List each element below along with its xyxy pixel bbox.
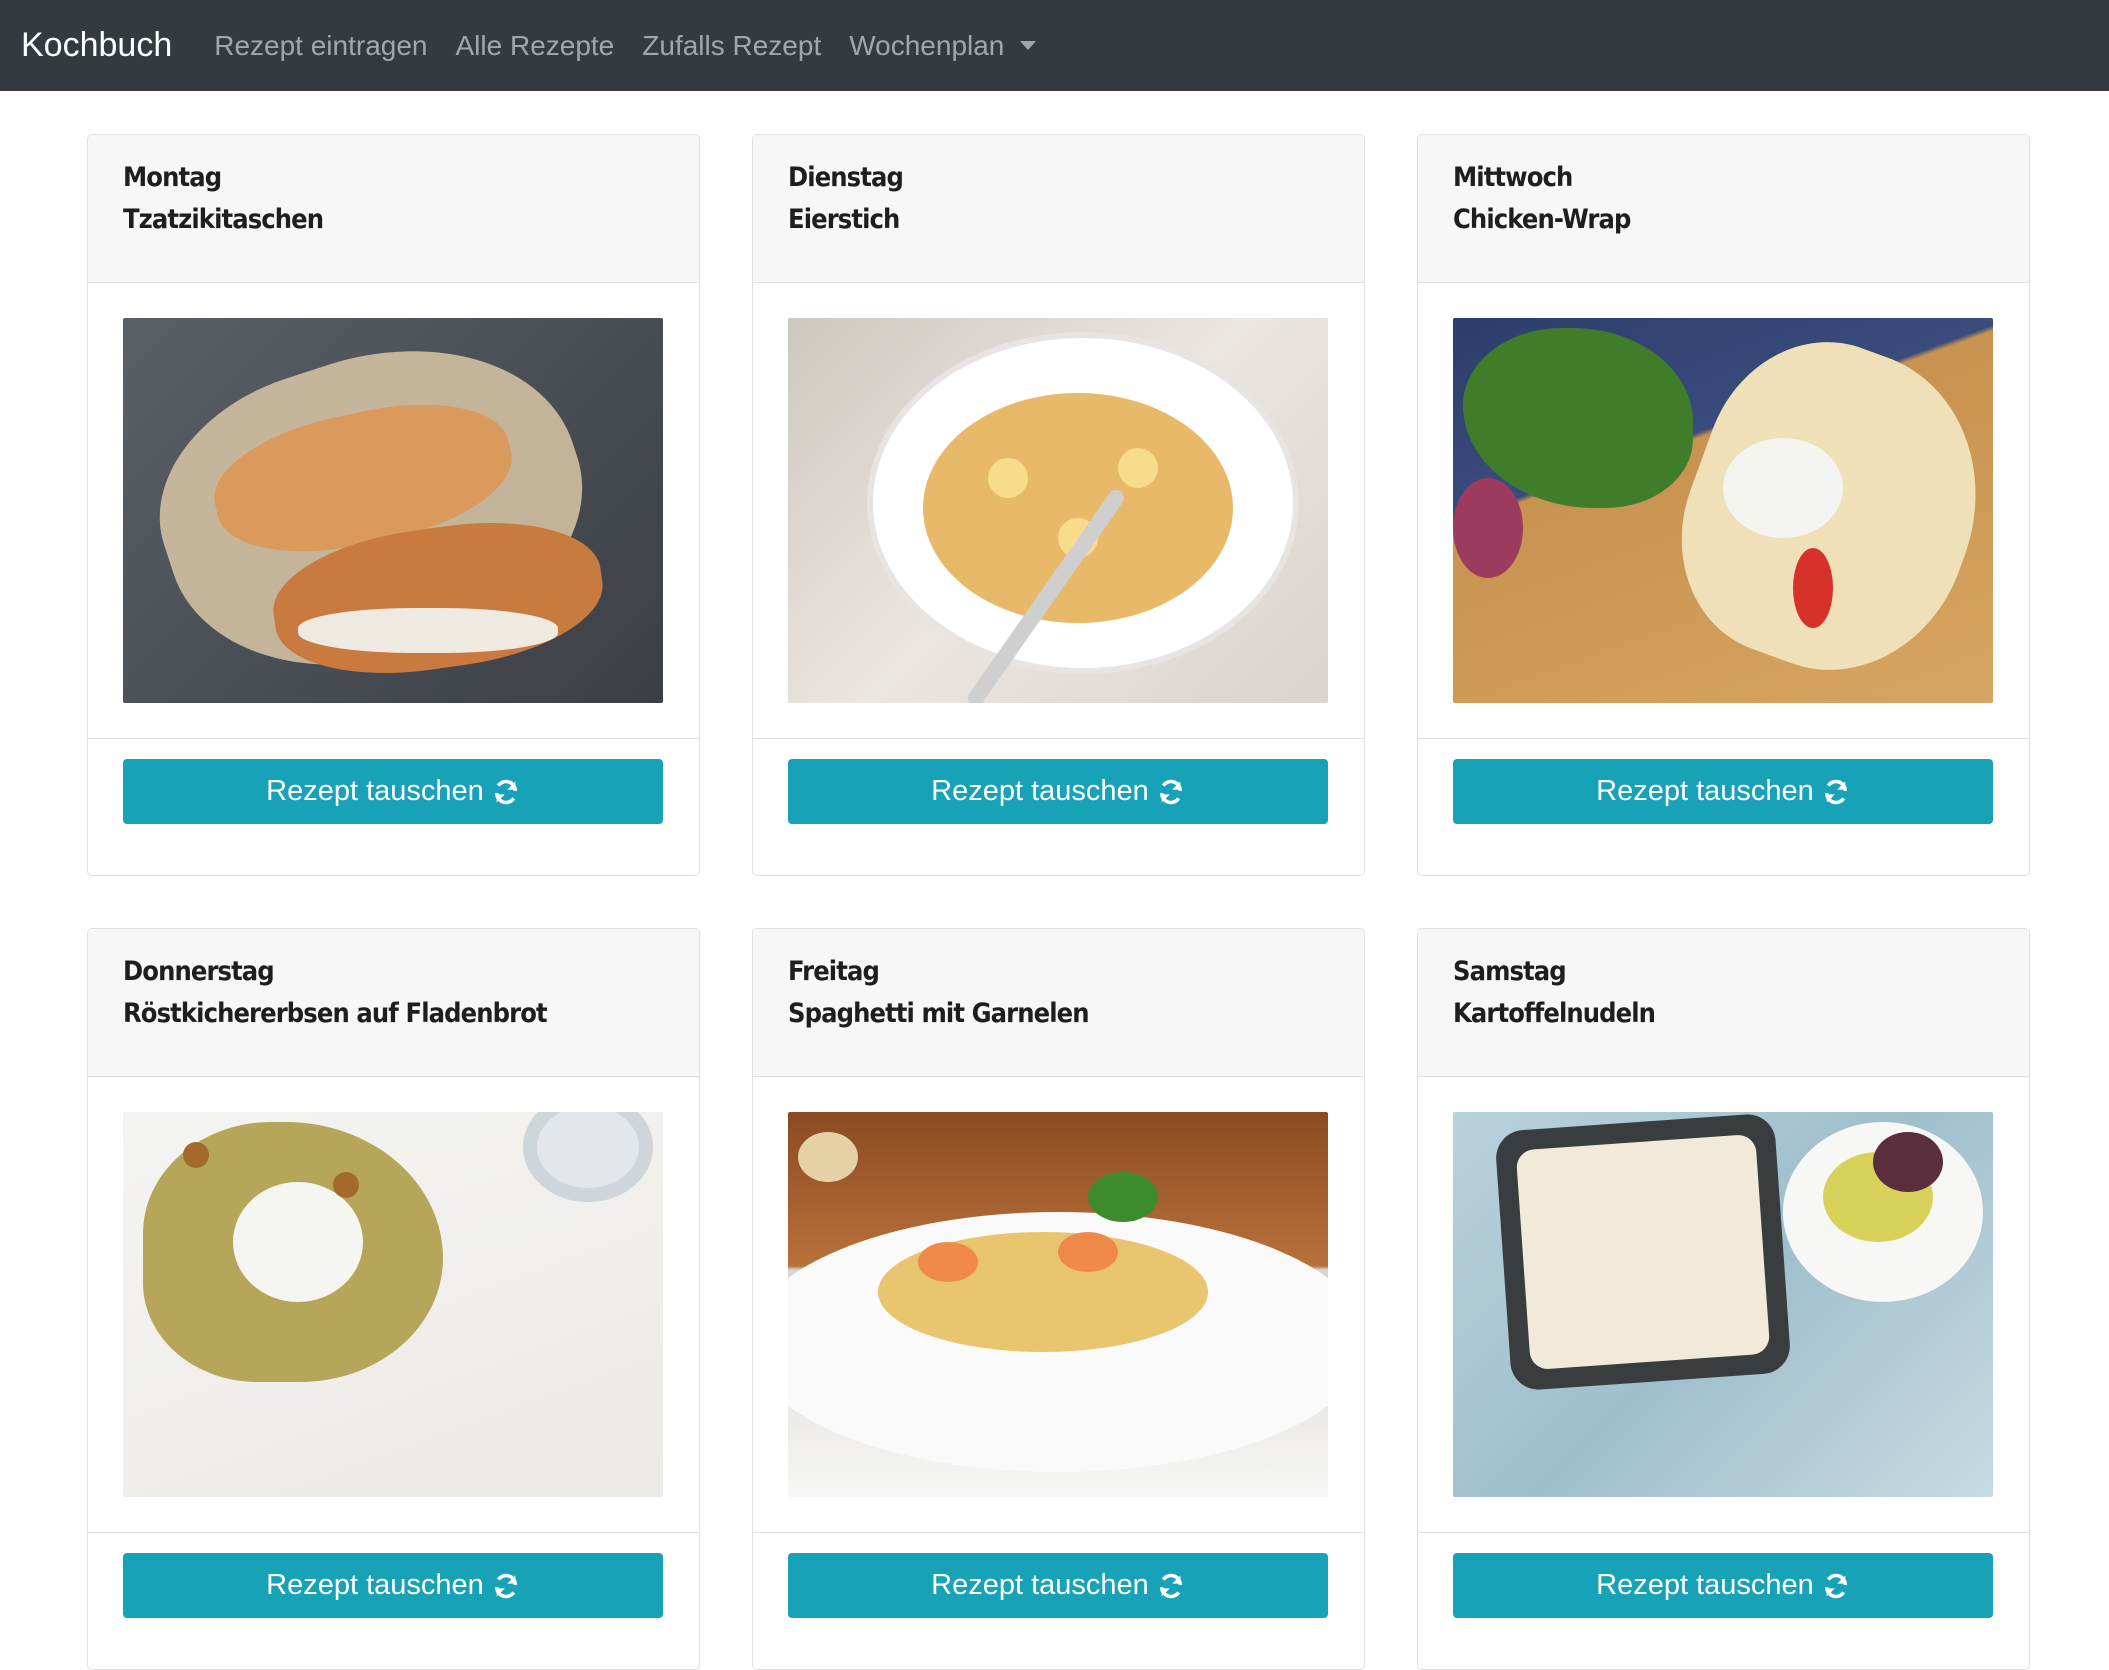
card-header: Dienstag Eierstich [753, 135, 1364, 283]
swap-recipe-button[interactable]: Rezept tauschen [123, 1553, 663, 1618]
card-body [88, 1077, 699, 1533]
card-header: Mittwoch Chicken-Wrap [1418, 135, 2029, 283]
swap-button-label: Rezept tauschen [1596, 1569, 1814, 1601]
swap-button-label: Rezept tauschen [266, 775, 484, 807]
day-label: Montag [123, 162, 222, 193]
refresh-icon [1824, 779, 1847, 804]
day-card-mittwoch: Mittwoch Chicken-Wrap Rezept tauschen [1417, 134, 2030, 876]
brand-link[interactable]: Kochbuch [21, 26, 172, 65]
card-footer: Rezept tauschen [1418, 739, 2029, 875]
day-card-dienstag: Dienstag Eierstich Rezept tauschen [752, 134, 1365, 876]
day-label: Samstag [1453, 956, 1567, 987]
card-body [753, 283, 1364, 739]
recipe-image[interactable] [123, 1112, 663, 1497]
swap-button-label: Rezept tauschen [1596, 775, 1814, 807]
nav-alle-rezepte[interactable]: Alle Rezepte [456, 30, 615, 62]
nav-zufalls-rezept[interactable]: Zufalls Rezept [642, 30, 821, 62]
day-label: Freitag [788, 956, 880, 987]
swap-button-label: Rezept tauschen [931, 775, 1149, 807]
card-header: Montag Tzatzikitaschen [88, 135, 699, 283]
day-card-freitag: Freitag Spaghetti mit Garnelen Rezept ta… [752, 928, 1365, 1670]
nav-rezept-eintragen[interactable]: Rezept eintragen [214, 30, 427, 62]
nav-wochenplan-label: Wochenplan [849, 29, 1005, 61]
day-label: Donnerstag [123, 956, 275, 987]
recipe-image[interactable] [788, 318, 1328, 703]
card-header: Samstag Kartoffelnudeln [1418, 929, 2029, 1077]
refresh-icon [494, 779, 517, 804]
day-card-montag: Montag Tzatzikitaschen Rezept tauschen [87, 134, 700, 876]
card-footer: Rezept tauschen [753, 1533, 1364, 1669]
nav-wochenplan-dropdown[interactable]: Wochenplan [849, 29, 1037, 62]
refresh-icon [1824, 1573, 1847, 1598]
recipe-title[interactable]: Röstkichererbsen auf Fladenbrot [123, 993, 610, 1035]
recipe-title[interactable]: Spaghetti mit Garnelen [788, 993, 1275, 1035]
recipe-title[interactable]: Kartoffelnudeln [1453, 993, 1940, 1035]
card-body [88, 283, 699, 739]
recipe-image[interactable] [123, 318, 663, 703]
swap-button-label: Rezept tauschen [266, 1569, 484, 1601]
card-footer: Rezept tauschen [1418, 1533, 2029, 1669]
recipe-image[interactable] [788, 1112, 1328, 1497]
card-footer: Rezept tauschen [88, 739, 699, 875]
swap-recipe-button[interactable]: Rezept tauschen [1453, 759, 1993, 824]
swap-recipe-button[interactable]: Rezept tauschen [123, 759, 663, 824]
recipe-title[interactable]: Eierstich [788, 199, 1275, 241]
recipe-title[interactable]: Tzatzikitaschen [123, 199, 610, 241]
card-footer: Rezept tauschen [753, 739, 1364, 875]
day-label: Mittwoch [1453, 162, 1573, 193]
day-label: Dienstag [788, 162, 904, 193]
card-body [753, 1077, 1364, 1533]
recipe-image[interactable] [1453, 318, 1993, 703]
recipe-image[interactable] [1453, 1112, 1993, 1497]
recipe-title[interactable]: Chicken-Wrap [1453, 199, 1940, 241]
refresh-icon [1159, 779, 1182, 804]
card-body [1418, 283, 2029, 739]
refresh-icon [494, 1573, 517, 1598]
swap-recipe-button[interactable]: Rezept tauschen [1453, 1553, 1993, 1618]
caret-down-icon [1020, 41, 1037, 50]
swap-button-label: Rezept tauschen [931, 1569, 1149, 1601]
day-card-samstag: Samstag Kartoffelnudeln Rezept tauschen [1417, 928, 2030, 1670]
card-header: Freitag Spaghetti mit Garnelen [753, 929, 1364, 1077]
top-navbar: Kochbuch Rezept eintragen Alle Rezepte Z… [0, 0, 2109, 91]
card-footer: Rezept tauschen [88, 1533, 699, 1669]
swap-recipe-button[interactable]: Rezept tauschen [788, 759, 1328, 824]
refresh-icon [1159, 1573, 1182, 1598]
card-header: Donnerstag Röstkichererbsen auf Fladenbr… [88, 929, 699, 1077]
day-card-donnerstag: Donnerstag Röstkichererbsen auf Fladenbr… [87, 928, 700, 1670]
card-body [1418, 1077, 2029, 1533]
swap-recipe-button[interactable]: Rezept tauschen [788, 1553, 1328, 1618]
